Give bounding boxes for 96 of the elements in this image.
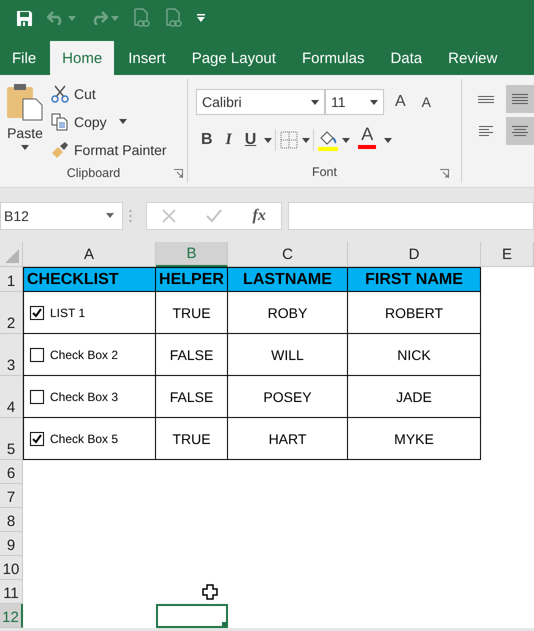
bold-button[interactable]: B [196,127,218,153]
ribbon-tab[interactable]: Page Layout [180,41,288,75]
table-cell: MYKE [348,418,481,460]
customize-toolbar-icon[interactable] [197,14,205,22]
checkbox[interactable] [30,390,44,404]
caret-icon [264,138,272,142]
column-header[interactable]: B [156,242,228,267]
name-box[interactable]: B12 [0,202,123,230]
paste-button[interactable]: Paste [0,79,48,162]
borders-icon[interactable] [279,130,300,150]
underline-button[interactable]: U [240,127,262,153]
ribbon-tab[interactable]: Formulas [290,41,376,75]
caret-icon [106,213,114,218]
align-top-icon [478,96,494,102]
row-header[interactable]: 6 [0,460,23,484]
caret-icon [119,119,128,124]
caret-icon [21,145,29,150]
paintbrush-icon [51,140,69,158]
caret-icon [302,138,310,142]
table-cell: TRUE [156,418,228,460]
row-header[interactable]: 10 [0,556,23,580]
dialog-launcher-icon[interactable] [440,169,449,178]
row-header[interactable]: 12 [0,604,23,628]
italic-button[interactable]: I [220,127,237,153]
table-cell: WILL [228,334,348,376]
column-header[interactable]: E [481,242,534,267]
insert-function-button[interactable]: fx [252,206,266,224]
column-header[interactable]: A [23,242,156,267]
header-cell: FIRST NAME [348,267,481,292]
row-header[interactable]: 9 [0,532,23,556]
table-cell: FALSE [156,334,228,376]
row-header[interactable]: 3 [0,334,23,376]
caret-icon [111,16,119,20]
row-header[interactable]: 7 [0,484,23,508]
table-cell: TRUE [156,292,228,334]
caret-icon [310,100,319,104]
scissors-icon [51,84,69,102]
table-cell: ROBERT [348,292,481,334]
group-label: Clipboard [66,166,120,180]
header-cell: LASTNAME [228,267,348,292]
save-icon[interactable] [16,10,33,26]
align-left-icon [479,126,493,136]
cursor-icon [202,584,218,600]
table-cell: JADE [348,376,481,418]
table-cell: FALSE [156,376,228,418]
fill-color-icon[interactable] [317,129,340,151]
checkbox[interactable] [30,306,44,320]
checkbox[interactable] [30,432,44,446]
clipboard-icon [6,83,44,121]
align-center-icon [512,126,528,136]
table-cell: POSEY [228,376,348,418]
row-header[interactable]: 1 [0,267,23,292]
row-header[interactable]: 5 [0,418,23,460]
table-cell: NICK [348,334,481,376]
column-header[interactable]: D [348,242,481,267]
clipboard-button[interactable]: Format Painter [48,137,170,162]
checkbox-label[interactable]: Check Box 5 [50,432,118,446]
table-cell: ROBY [228,292,348,334]
row-header[interactable]: 2 [0,292,23,334]
checkbox[interactable] [30,348,44,362]
drag-handle-icon [129,208,132,222]
ribbon-tab[interactable]: File [0,41,48,75]
shrink-font-button[interactable]: A [416,89,436,115]
grow-font-button[interactable]: A [390,89,411,115]
align-button[interactable] [506,117,534,145]
font-size-field[interactable]: 11 [324,89,384,115]
column-header[interactable]: C [228,242,348,267]
checkmark-icon[interactable] [206,208,222,222]
header-cell: CHECKLIST [23,267,156,292]
caret-icon [384,138,392,142]
header-cell: HELPER [156,267,228,292]
caret-icon [370,100,378,104]
checkbox-label[interactable]: LIST 1 [50,306,86,320]
selected-cell[interactable] [156,604,228,628]
row-header[interactable]: 4 [0,376,23,418]
group-label: Font [312,165,337,179]
row-header[interactable]: 11 [0,580,23,604]
row-header[interactable]: 8 [0,508,23,532]
checkbox-label[interactable]: Check Box 2 [50,348,118,362]
font-name-field[interactable]: Calibri [196,89,325,115]
align-button[interactable] [506,85,534,113]
clipboard-button[interactable]: Cut [48,81,170,106]
dialog-launcher-icon[interactable] [174,169,183,178]
align-middle-icon [512,94,528,104]
font-color-button[interactable]: A [353,127,382,153]
clipboard-button[interactable]: Copy [48,109,170,134]
checkbox-label[interactable]: Check Box 3 [50,390,118,404]
formula-input[interactable] [288,202,534,230]
ribbon-tab[interactable]: Data [378,41,434,75]
caret-icon [342,138,350,142]
copy-icon [51,112,69,130]
caret-icon [68,16,76,20]
table-cell: HART [228,418,348,460]
ribbon-tab[interactable]: Insert [116,41,178,75]
ribbon-tab[interactable]: Home [50,41,114,75]
ribbon-tab[interactable]: Review [436,41,510,75]
